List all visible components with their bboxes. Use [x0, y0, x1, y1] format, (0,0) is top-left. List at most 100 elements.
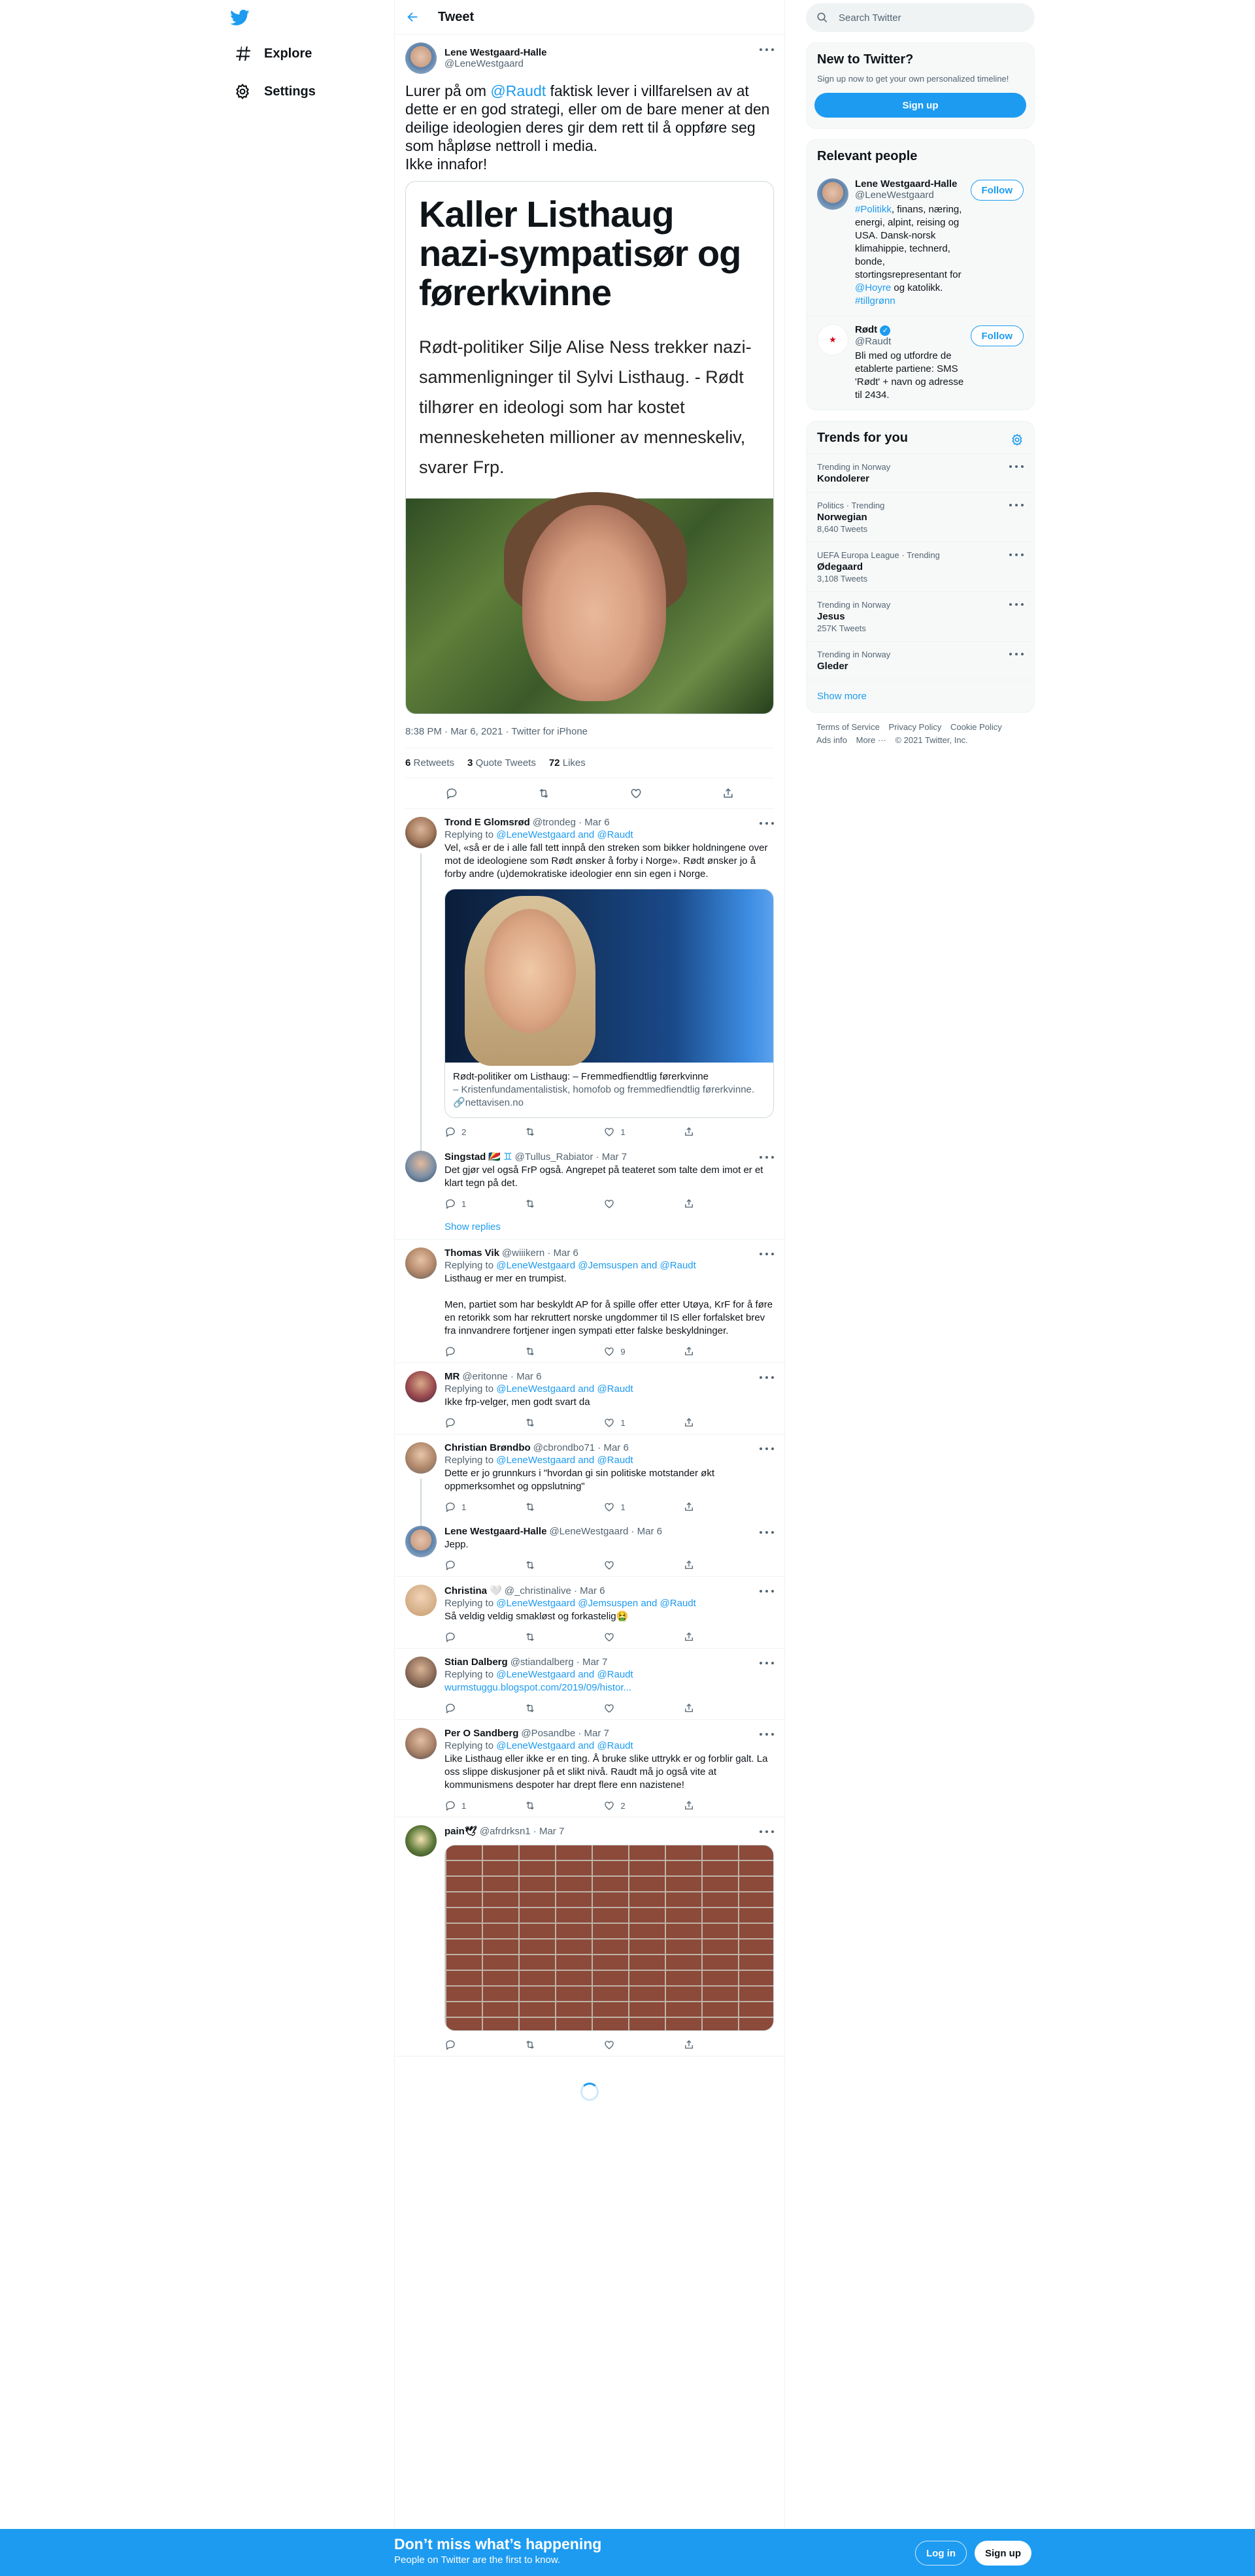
- reply-tweet[interactable]: Singstad 🇸🇨 ♊ @Tullus_Rabiator · Mar 7 Det…: [395, 1143, 784, 1215]
- retweet-button[interactable]: [524, 1631, 563, 1643]
- retweets-stat[interactable]: 6 Retweets: [405, 757, 454, 768]
- hashtag-link[interactable]: #Politikk: [855, 204, 892, 215]
- show-more-link[interactable]: Show more: [807, 680, 1034, 712]
- more-link[interactable]: More ···: [856, 735, 886, 745]
- replying-to-link[interactable]: @LeneWestgaard and @Raudt: [496, 829, 633, 840]
- reply-handle[interactable]: @trondeg · Mar 6: [533, 817, 610, 828]
- follow-button[interactable]: Follow: [970, 180, 1024, 201]
- share-icon[interactable]: [721, 786, 735, 801]
- reply-tweet[interactable]: Christina 🤍 @_christinalive · Mar 6 Reply…: [395, 1577, 784, 1649]
- retweet-button[interactable]: [524, 1126, 563, 1138]
- replying-to-link[interactable]: @LeneWestgaard and @Raudt: [496, 1455, 633, 1466]
- reply-button[interactable]: [444, 1346, 484, 1357]
- reply-tweet[interactable]: Lene Westgaard-Halle @LeneWestgaard · Mar…: [395, 1518, 784, 1577]
- privacy-link[interactable]: Privacy Policy: [888, 722, 941, 732]
- reply-handle[interactable]: @cbrondbo71 · Mar 6: [533, 1442, 629, 1453]
- replying-to-link[interactable]: @LeneWestgaard and @Raudt: [496, 1669, 633, 1680]
- avatar[interactable]: [405, 1247, 437, 1279]
- avatar[interactable]: ★: [817, 324, 848, 355]
- link-preview-card[interactable]: Rødt-politiker om Listhaug: – Fremmedfie…: [444, 889, 774, 1118]
- more-options-icon[interactable]: [1009, 503, 1024, 507]
- more-options-icon[interactable]: [1009, 603, 1024, 606]
- like-button[interactable]: 2: [603, 1800, 643, 1811]
- avatar[interactable]: [405, 42, 437, 74]
- search-input[interactable]: Search Twitter: [806, 3, 1035, 32]
- like-button[interactable]: 1: [603, 1501, 643, 1513]
- reply-tweet[interactable]: Stian Dalberg @stiandalberg · Mar 7 Reply…: [395, 1649, 784, 1720]
- person-name[interactable]: Lene Westgaard-Halle: [855, 178, 966, 190]
- more-options-icon[interactable]: [760, 1530, 774, 1534]
- share-button[interactable]: [683, 1559, 722, 1571]
- reply-author-name[interactable]: Per O Sandberg: [444, 1728, 518, 1739]
- back-arrow-icon[interactable]: [405, 10, 420, 24]
- reply-author-name[interactable]: MR: [444, 1371, 460, 1382]
- reply-tweet[interactable]: MR @eritonne · Mar 6 Replying to @LeneWes…: [395, 1363, 784, 1434]
- avatar[interactable]: [405, 1585, 437, 1616]
- reply-handle[interactable]: @Tullus_Rabiator · Mar 7: [515, 1151, 627, 1163]
- replying-to-link[interactable]: @LeneWestgaard and @Raudt: [496, 1740, 633, 1751]
- quotes-stat[interactable]: 3 Quote Tweets: [467, 757, 536, 768]
- reply-handle[interactable]: @Posandbe · Mar 7: [521, 1728, 609, 1739]
- like-button[interactable]: [603, 1198, 643, 1210]
- follow-button[interactable]: Follow: [970, 325, 1024, 346]
- retweet-button[interactable]: [524, 1346, 563, 1357]
- replying-to-link[interactable]: @LeneWestgaard @Jemsuspen and @Raudt: [496, 1260, 696, 1271]
- share-button[interactable]: [683, 1417, 722, 1428]
- reply-tweet[interactable]: Trond E Glomsrød @trondeg · Mar 6 Replyin…: [395, 809, 784, 1151]
- avatar[interactable]: [405, 1825, 437, 1857]
- reply-author-name[interactable]: Trond E Glomsrød: [444, 817, 530, 828]
- retweet-button[interactable]: [524, 1800, 563, 1811]
- more-options-icon[interactable]: [760, 1155, 774, 1159]
- more-options-icon[interactable]: [1009, 553, 1024, 557]
- person-name[interactable]: Rødt ✓: [855, 324, 966, 336]
- likes-stat[interactable]: 72 Likes: [549, 757, 586, 768]
- reply-author-name[interactable]: pain🕊: [444, 1825, 477, 1837]
- avatar[interactable]: [405, 1728, 437, 1759]
- retweet-button[interactable]: [524, 1559, 563, 1571]
- signup-button[interactable]: Sign up: [975, 2541, 1031, 2566]
- more-options-icon[interactable]: [760, 1252, 774, 1256]
- cookie-link[interactable]: Cookie Policy: [950, 722, 1002, 732]
- reply-button[interactable]: [444, 1702, 484, 1714]
- reply-icon[interactable]: [444, 786, 459, 801]
- reply-link[interactable]: wurmstuggu.blogspot.com/2019/09/histor..…: [444, 1681, 774, 1694]
- nav-explore[interactable]: Explore: [226, 37, 320, 71]
- reply-author-name[interactable]: Lene Westgaard-Halle: [444, 1526, 546, 1537]
- like-button[interactable]: 1: [603, 1126, 643, 1138]
- like-button[interactable]: 9: [603, 1346, 643, 1357]
- reply-author-name[interactable]: Christina 🤍: [444, 1585, 502, 1596]
- more-options-icon[interactable]: [760, 48, 774, 52]
- like-button[interactable]: [603, 1559, 643, 1571]
- like-icon[interactable]: [629, 786, 643, 801]
- hashtag-link[interactable]: #tillgrønn: [855, 295, 895, 306]
- trend-item[interactable]: Politics · Trending Norwegian 8,640 Twee…: [807, 492, 1034, 542]
- retweet-button[interactable]: [524, 1702, 563, 1714]
- more-options-icon[interactable]: [760, 1830, 774, 1834]
- retweet-button[interactable]: [524, 1198, 563, 1210]
- share-button[interactable]: [683, 1501, 722, 1513]
- author-handle[interactable]: @LeneWestgaard: [444, 58, 546, 69]
- share-button[interactable]: [683, 1198, 722, 1210]
- trend-item[interactable]: Trending in Norway Jesus 257K Tweets: [807, 591, 1034, 641]
- person-card[interactable]: Lene Westgaard-Halle @LeneWestgaard #Pol…: [807, 171, 1034, 316]
- reply-author-name[interactable]: Stian Dalberg: [444, 1657, 508, 1668]
- reply-author-name[interactable]: Christian Brøndbo: [444, 1442, 531, 1453]
- trend-item[interactable]: Trending in Norway Kondolerer: [807, 454, 1034, 492]
- brick-wall-image[interactable]: [444, 1845, 774, 2031]
- avatar[interactable]: [405, 1151, 437, 1182]
- more-options-icon[interactable]: [760, 1376, 774, 1379]
- reply-tweet[interactable]: Christian Brøndbo @cbrondbo71 · Mar 6 Rep…: [395, 1434, 784, 1526]
- settings-gear-icon[interactable]: [1011, 433, 1024, 446]
- retweet-icon[interactable]: [537, 786, 551, 801]
- share-button[interactable]: [683, 1346, 722, 1357]
- retweet-button[interactable]: [524, 1501, 563, 1513]
- article-image-card[interactable]: Kaller Listhaug nazi-sympatisør og fører…: [405, 181, 774, 714]
- tweet-timestamp[interactable]: 8:38 PM · Mar 6, 2021 · Twitter for iPho…: [405, 714, 774, 748]
- reply-tweet[interactable]: pain🕊 @afrdrksn1 · Mar 7: [395, 1817, 784, 2056]
- reply-author-name[interactable]: Thomas Vik: [444, 1247, 499, 1259]
- reply-handle[interactable]: @_christinalive · Mar 6: [505, 1585, 605, 1596]
- reply-handle[interactable]: @afrdrksn1 · Mar 7: [480, 1826, 564, 1837]
- mention-link[interactable]: @Raudt: [490, 82, 546, 99]
- reply-button[interactable]: 1: [444, 1501, 484, 1513]
- author-name[interactable]: Lene Westgaard-Halle: [444, 47, 546, 58]
